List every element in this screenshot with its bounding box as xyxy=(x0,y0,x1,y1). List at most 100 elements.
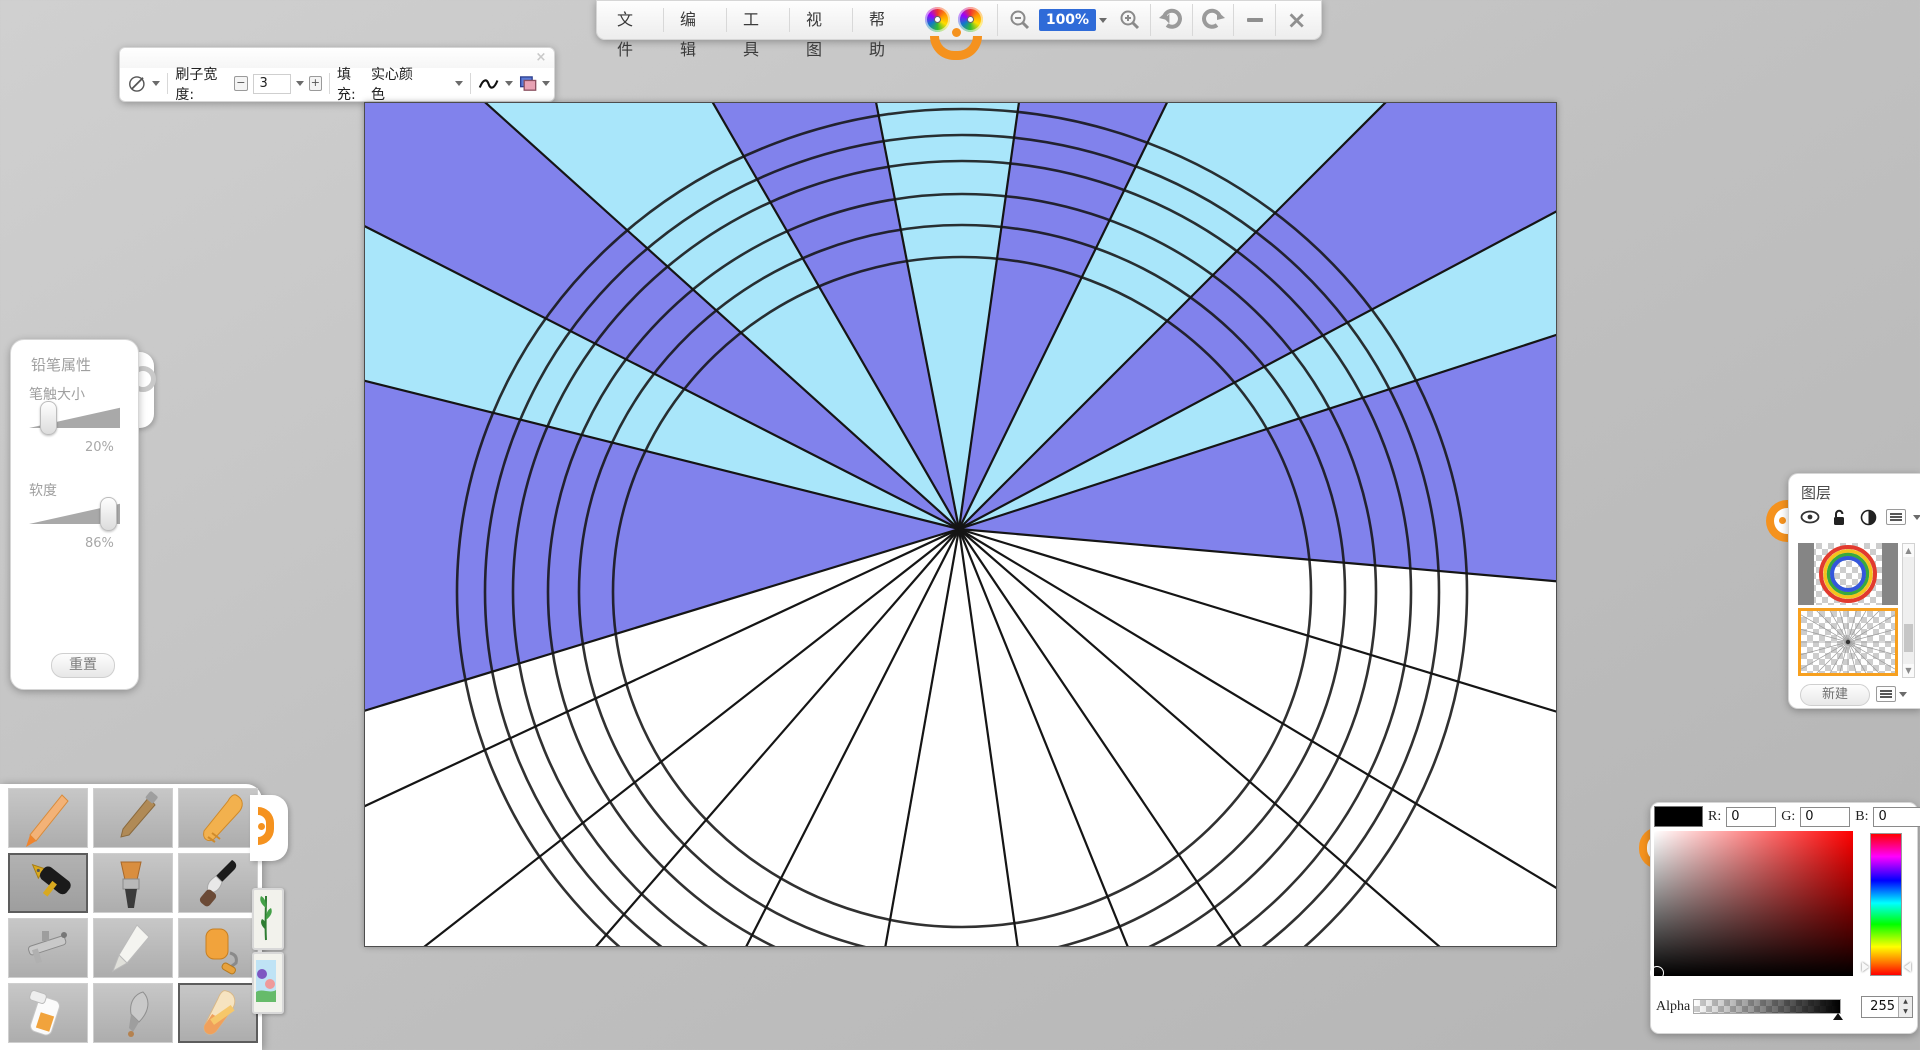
charcoal-stick-icon xyxy=(94,789,172,847)
undo-button[interactable] xyxy=(1153,4,1190,36)
redo-icon xyxy=(1200,8,1226,32)
tool-palette-knife[interactable] xyxy=(93,918,173,978)
spoke-line xyxy=(959,529,1182,946)
options-close-button[interactable]: × xyxy=(534,51,548,65)
tool-metal-nib[interactable] xyxy=(93,983,173,1043)
zoom-in-button[interactable] xyxy=(1111,4,1148,36)
tool-palette xyxy=(0,784,262,1050)
current-color-swatch[interactable] xyxy=(1654,806,1703,827)
layers-panel-handle[interactable] xyxy=(1766,500,1790,542)
alpha-decrement-button[interactable]: ▼ xyxy=(1899,1007,1912,1017)
zoom-dropdown-icon[interactable] xyxy=(1099,18,1107,23)
pencil-properties-panel: 铅笔属性 笔触大小 20% 软度 86% 重置 xyxy=(10,339,139,690)
layer-menu-dropdown-icon[interactable] xyxy=(1913,515,1920,520)
plant-brushes-tab[interactable] xyxy=(252,888,284,950)
flat-brush-icon xyxy=(94,854,172,912)
menu-bar: 文件编辑工具视图帮助 xyxy=(603,5,913,35)
fill-value[interactable]: 实心颜色 xyxy=(371,64,421,104)
alpha-spinner[interactable]: 255 ▲ ▼ xyxy=(1861,996,1913,1018)
width-increase-button[interactable]: + xyxy=(309,76,323,91)
metal-nib-icon xyxy=(94,984,172,1042)
tool-charcoal-stick[interactable] xyxy=(93,788,173,848)
softness-slider-thumb[interactable] xyxy=(100,497,117,531)
tool-ink-brush[interactable] xyxy=(178,853,258,913)
zoom-level[interactable]: 100% xyxy=(1039,9,1096,31)
hue-marker-right-icon[interactable] xyxy=(1904,962,1911,972)
tool-crayon[interactable] xyxy=(178,788,258,848)
tool-airbrush[interactable] xyxy=(8,918,88,978)
palette-handle[interactable] xyxy=(250,795,288,861)
menu-item-view[interactable]: 视图 xyxy=(792,5,850,35)
tool-paint-roller[interactable] xyxy=(178,918,258,978)
menu-item-file[interactable]: 文件 xyxy=(603,5,661,35)
palette-knife-icon xyxy=(94,919,172,977)
separator xyxy=(789,8,790,32)
stroke-style-dropdown-icon[interactable] xyxy=(152,81,160,86)
layer-visibility-eye-icon[interactable] xyxy=(1799,508,1821,526)
tool-fountain-pen[interactable] xyxy=(8,853,88,913)
layer-lock-icon[interactable] xyxy=(1828,508,1850,526)
new-layer-button[interactable]: 新建 xyxy=(1800,684,1870,706)
menu-item-tools[interactable]: 工具 xyxy=(729,5,787,35)
brush-width-value[interactable]: 3 xyxy=(253,74,291,94)
menu-item-help[interactable]: 帮助 xyxy=(855,5,913,35)
close-button[interactable]: × xyxy=(1278,4,1315,36)
canvas[interactable] xyxy=(364,102,1557,947)
layer-menu-icon[interactable] xyxy=(1886,509,1906,525)
minimize-button[interactable] xyxy=(1236,4,1273,36)
color-swatch-icon[interactable] xyxy=(518,74,537,94)
blue-input[interactable]: 0 xyxy=(1873,807,1920,827)
fill-dropdown-icon[interactable] xyxy=(455,81,463,86)
scroll-up-button[interactable]: ▲ xyxy=(1903,544,1914,557)
tool-colored-pencil[interactable] xyxy=(8,788,88,848)
stroke-size-slider-thumb[interactable] xyxy=(40,401,57,435)
handle-dot-icon xyxy=(1779,517,1786,524)
clown-mascot[interactable] xyxy=(922,4,994,62)
red-label: R: xyxy=(1708,809,1721,825)
swatch-dropdown-icon[interactable] xyxy=(542,81,550,86)
tool-flat-brush[interactable] xyxy=(93,853,173,913)
separator xyxy=(1192,4,1193,36)
scroll-down-button[interactable]: ▼ xyxy=(1903,664,1914,677)
stroke-style-icon[interactable] xyxy=(128,73,147,95)
curve-dropdown-icon[interactable] xyxy=(505,81,513,86)
tool-options-bar: × 刷子宽度: − 3 + 填充: 实心颜色 xyxy=(119,47,555,102)
layer-radial-spokes-selected[interactable] xyxy=(1798,608,1898,676)
minimize-icon xyxy=(1247,18,1263,22)
alpha-increment-button[interactable]: ▲ xyxy=(1899,997,1912,1007)
scrollbar-thumb[interactable] xyxy=(1904,624,1913,652)
stroke-size-value: 20% xyxy=(85,440,114,455)
layer-list-options-icon[interactable] xyxy=(1876,686,1896,702)
width-dropdown-icon[interactable] xyxy=(296,81,304,86)
canvas-artwork xyxy=(365,103,1556,946)
paint-roller-icon xyxy=(179,919,257,977)
tool-paint-tube[interactable] xyxy=(8,983,88,1043)
zoom-in-icon xyxy=(1119,9,1141,31)
layer-opacity-icon[interactable] xyxy=(1857,508,1879,526)
smooth-curve-icon[interactable] xyxy=(478,75,499,93)
redo-button[interactable] xyxy=(1195,4,1232,36)
undo-icon xyxy=(1158,8,1184,32)
saturation-value-box[interactable] xyxy=(1654,831,1853,976)
paint-tube-icon xyxy=(9,984,87,1042)
width-decrease-button[interactable]: − xyxy=(234,76,248,91)
green-input[interactable]: 0 xyxy=(1800,807,1850,827)
menu-item-edit[interactable]: 编辑 xyxy=(666,5,724,35)
plant-icon xyxy=(254,890,278,944)
layer-rainbow-circle[interactable] xyxy=(1798,543,1898,605)
ink-brush-icon xyxy=(179,854,257,912)
zoom-out-button[interactable] xyxy=(1002,4,1039,36)
red-input[interactable]: 0 xyxy=(1726,807,1776,827)
tool-eraser[interactable] xyxy=(178,983,258,1043)
stamp-images-tab[interactable] xyxy=(252,952,284,1014)
separator xyxy=(1233,4,1234,36)
layers-scrollbar[interactable]: ▲ ▼ xyxy=(1902,543,1915,678)
colored-pencil-icon xyxy=(9,789,87,847)
crayon-icon xyxy=(179,789,257,847)
clown-mouth-icon xyxy=(930,36,982,60)
alpha-slider[interactable] xyxy=(1693,999,1841,1014)
reset-button[interactable]: 重置 xyxy=(51,653,115,678)
layer-list-options-dropdown-icon[interactable] xyxy=(1899,692,1907,697)
hue-strip[interactable] xyxy=(1870,833,1902,976)
hue-marker-left-icon[interactable] xyxy=(1862,962,1869,972)
